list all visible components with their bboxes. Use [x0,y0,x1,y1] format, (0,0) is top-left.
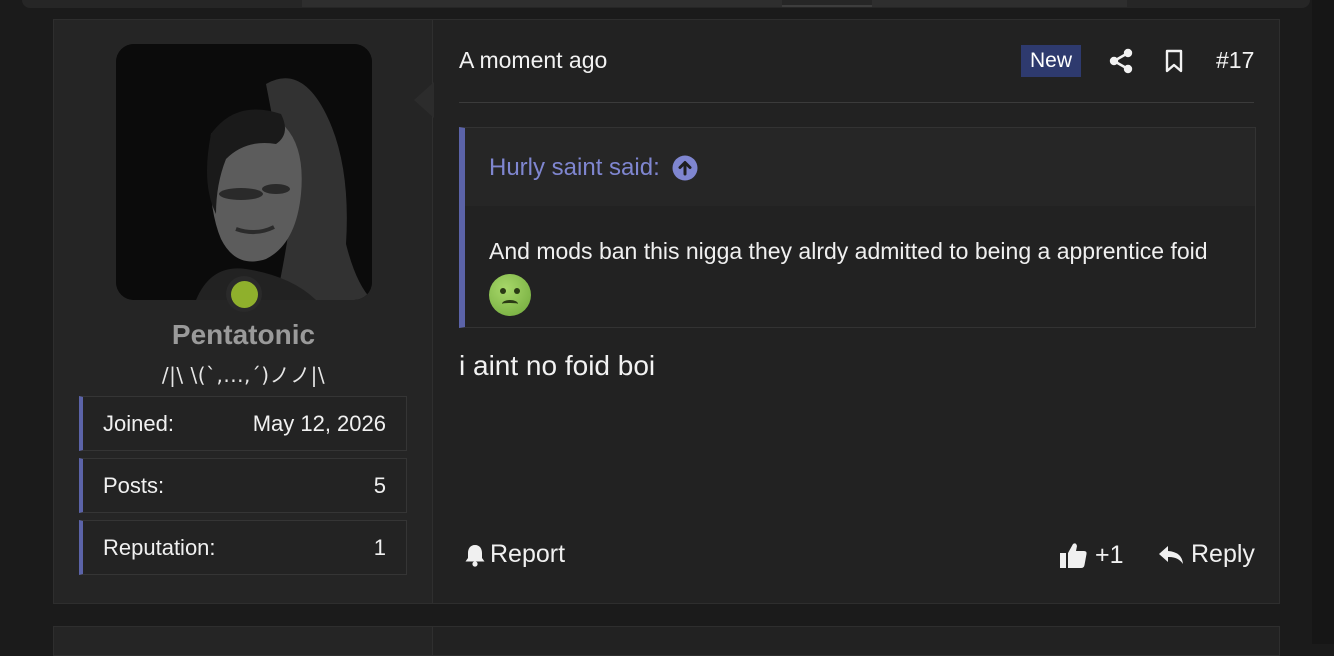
bell-icon [465,544,485,567]
stat-value: 1 [373,534,386,560]
post-message: i aint no foid boi [459,350,656,381]
post-time[interactable]: A moment ago [459,47,607,74]
stat-label: Posts: [103,472,165,498]
post-pointer-arrow [414,82,434,118]
bookmark-icon[interactable] [1157,44,1191,78]
post-number-link[interactable]: #17 [1216,47,1254,74]
thumbs-up-icon [1060,543,1087,568]
reply-label: Reply [1191,540,1255,568]
next-post-edge [53,626,1280,656]
user-title: /|\ \(`,...,´)ノノ|\ [161,363,326,387]
quote-attribution-link[interactable]: Hurly saint said: [489,154,698,182]
share-icon[interactable] [1104,44,1138,78]
previous-post-edge [22,0,1310,8]
report-button[interactable]: Report [464,540,565,569]
stat-reputation: Reputation: 1 [79,520,407,575]
reply-button[interactable]: Reply [1157,540,1255,569]
post-content: A moment ago New #17 Hurly saint said: A… [434,20,1279,603]
username[interactable]: Pentatonic [54,319,433,351]
next-post-author-panel [54,627,433,655]
post-author-panel: Pentatonic /|\ \(`,...,´)ノノ|\ Joined: Ma… [54,20,433,603]
stat-joined: Joined: May 12, 2026 [79,396,407,451]
online-status-indicator [226,276,262,312]
like-button[interactable]: +1 [1059,540,1124,570]
post-header: A moment ago New #17 [459,44,1254,103]
page-edge [1312,0,1334,644]
online-dot [230,280,258,308]
stat-value: May 12, 2026 [252,410,386,436]
forum-post: Pentatonic /|\ \(`,...,´)ノノ|\ Joined: Ma… [53,19,1280,604]
stat-label: Reputation: [103,534,216,560]
quote-header: Hurly saint said: [465,128,1255,206]
nauseated-face-emoji [489,274,531,316]
avatar-image [116,44,372,300]
avatar[interactable] [116,44,372,300]
quote-text: And mods ban this nigga they alrdy admit… [489,238,1208,264]
post-footer: Report +1 Reply [459,540,1255,580]
quote-block: Hurly saint said: And mods ban this nigg… [459,127,1256,328]
like-count: +1 [1095,540,1124,569]
report-label: Report [490,540,566,568]
quote-author-text: Hurly saint said: [489,154,660,181]
quote-content: And mods ban this nigga they alrdy admit… [489,228,1215,325]
tab-strip-segment [872,0,1127,7]
stat-posts: Posts: 5 [79,458,407,513]
new-badge: New [1021,45,1081,77]
tab-strip-indicator [782,5,872,7]
tab-strip-segment [302,0,782,7]
stat-label: Joined: [103,410,174,436]
stat-value: 5 [373,472,386,498]
arrow-up-circle-icon[interactable] [672,155,698,181]
reply-icon [1159,545,1183,564]
